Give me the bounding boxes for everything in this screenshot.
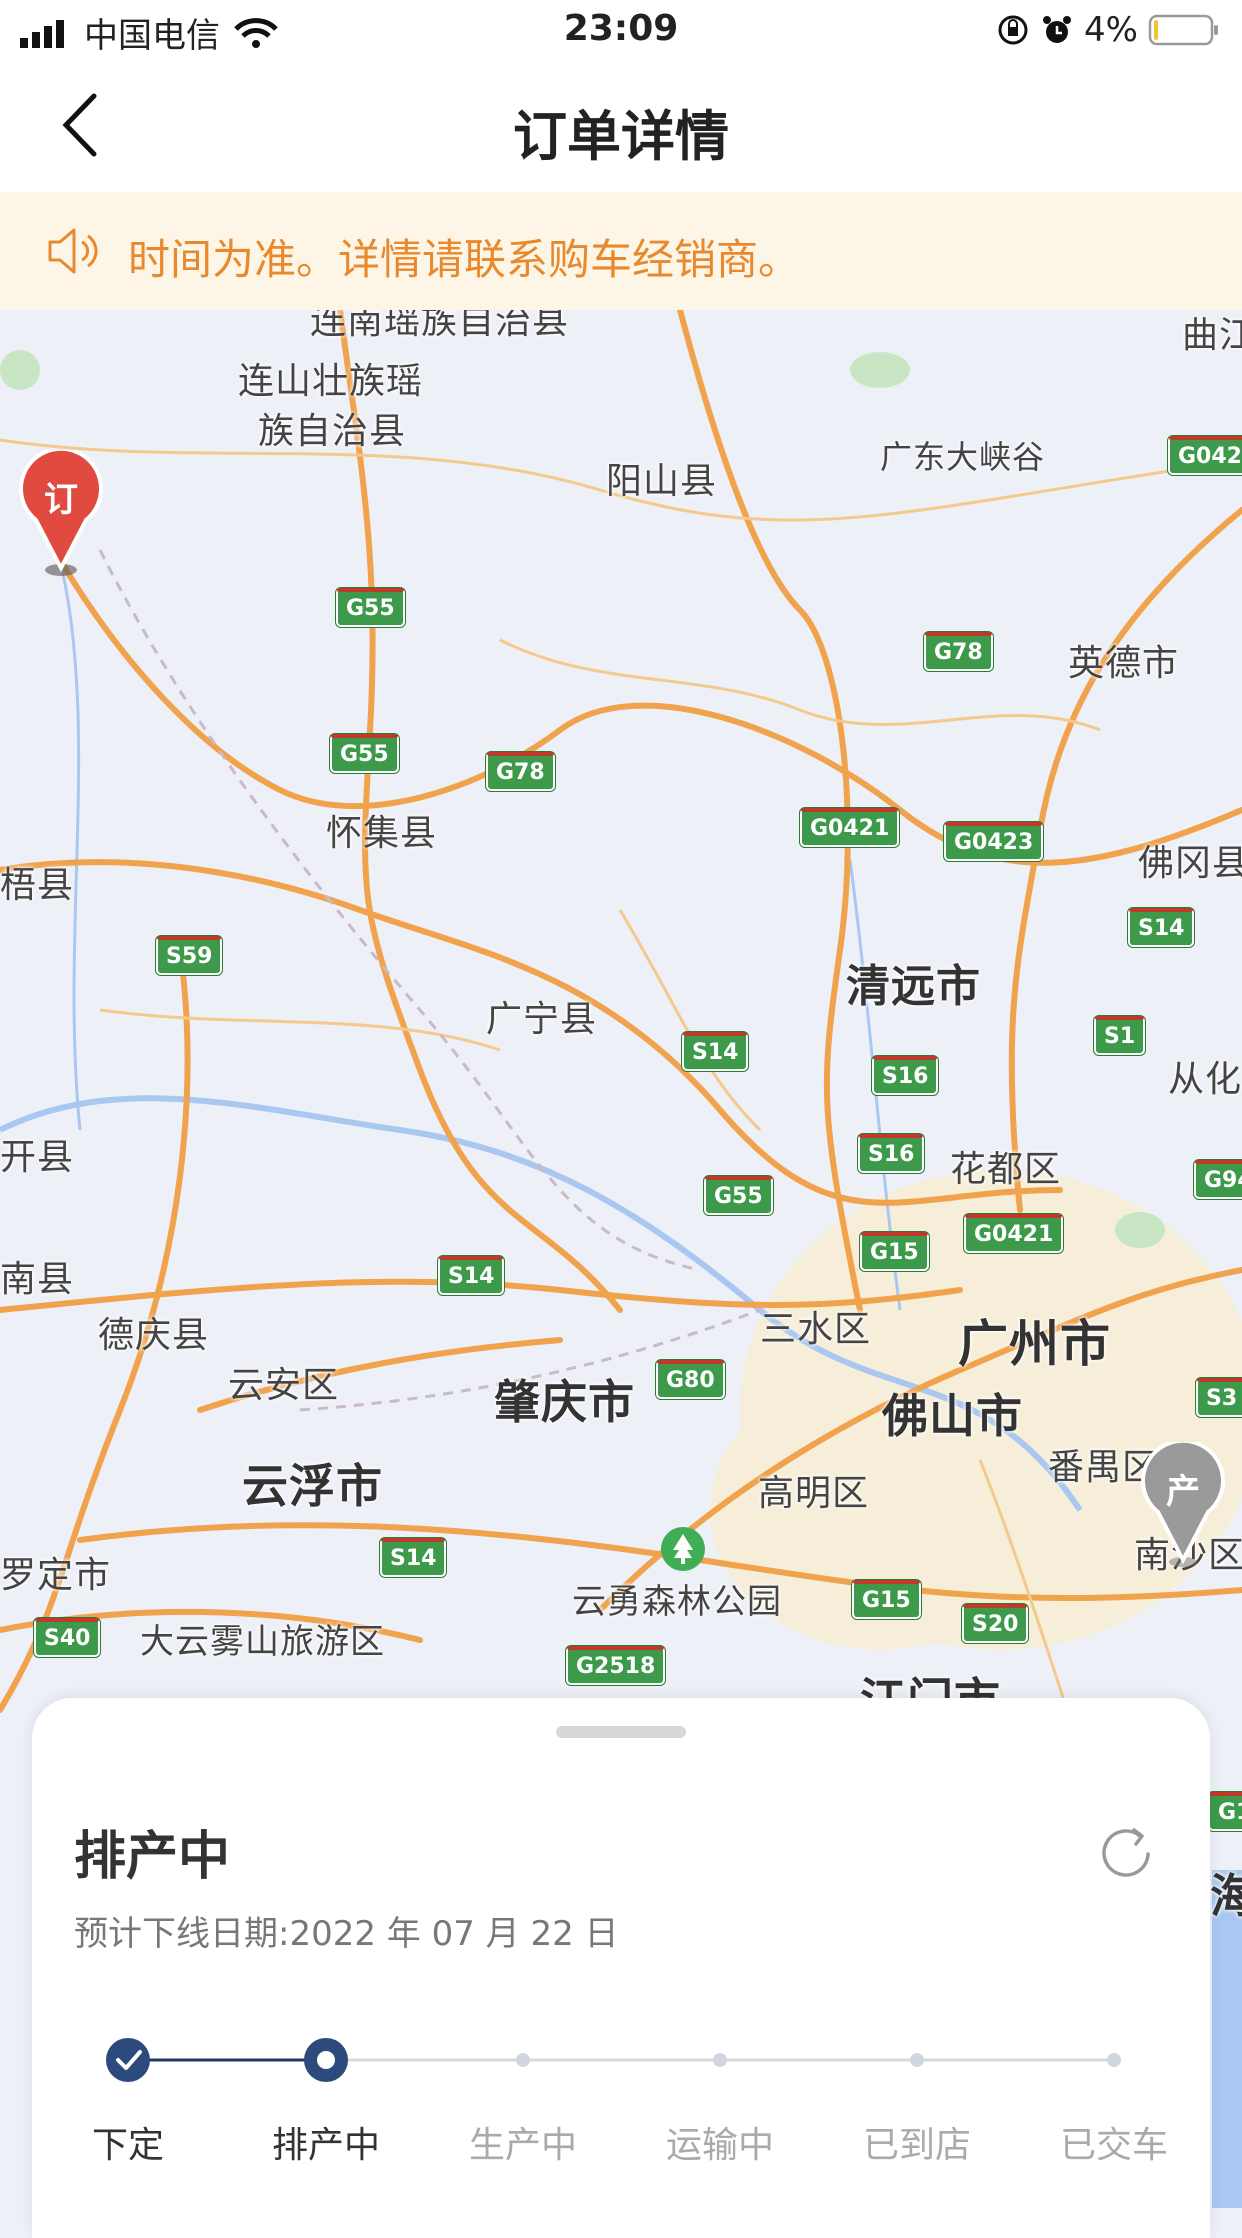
- step-label-producing: 生产中: [468, 2125, 578, 2166]
- map-place-label: 罗定市: [0, 1555, 112, 1596]
- road-shield: S14: [1128, 908, 1195, 947]
- order-status-title: 排产中: [74, 1827, 231, 1887]
- map-place-label: 肇庆市: [494, 1375, 635, 1429]
- road-shield: S14: [380, 1538, 447, 1577]
- road-shield: G80: [656, 1360, 725, 1399]
- map-place-label: 佛冈县: [1138, 843, 1242, 884]
- eta-date: 预计下线日期:2022 年 07 月 22 日: [74, 1914, 619, 1954]
- road-shield: G55: [336, 588, 405, 627]
- road-shield: S14: [682, 1032, 749, 1071]
- map-place-label: 开县: [0, 1137, 75, 1178]
- refresh-icon: [1102, 1828, 1150, 1877]
- road-shield: G55: [704, 1176, 773, 1215]
- road-shield: G15: [860, 1232, 929, 1271]
- map-place-label: 德庆县: [98, 1315, 210, 1356]
- road-shield: S40: [34, 1618, 101, 1657]
- road-shield: G0423: [1168, 436, 1242, 475]
- nav-bar: 订单详情: [0, 62, 1242, 192]
- map-place-label: 连山壮族瑶: [238, 361, 424, 402]
- alarm-icon: [1043, 16, 1072, 43]
- map-place-label: 云勇森林公园: [572, 1582, 782, 1622]
- map-place-label: 海: [1210, 1869, 1242, 1923]
- road-shield: G78: [486, 752, 555, 791]
- map-place-label: 大云雾山旅游区: [140, 1622, 385, 1662]
- road-shield: G15: [852, 1580, 921, 1619]
- map-place-label: 曲江: [1182, 315, 1242, 356]
- map-place-label: 连南瑶族自治县: [310, 310, 570, 342]
- order-location-pin[interactable]: 订: [16, 446, 106, 580]
- map-place-label: 花都区: [950, 1149, 1062, 1190]
- road-shield: G0421: [964, 1214, 1064, 1253]
- sheet-drag-handle[interactable]: [556, 1726, 686, 1738]
- map-place-label: 阳山县: [606, 461, 718, 502]
- road-shield: S59: [156, 936, 223, 975]
- map-place-label: 高明区: [758, 1473, 870, 1514]
- map-place-label: 怀集县: [326, 813, 438, 854]
- notice-text: 时间为准。详情请联系购车经销商。: [128, 235, 801, 284]
- progress-track: [106, 2038, 1121, 2082]
- road-shield: G0423: [944, 822, 1044, 861]
- map-place-label: 广州市: [958, 1315, 1111, 1373]
- road-shield: G2518: [566, 1646, 666, 1685]
- map-place-label: 云安区: [228, 1365, 340, 1406]
- step-label-delivered: 已交车: [1059, 2125, 1169, 2166]
- refresh-button[interactable]: [1096, 1822, 1156, 1882]
- road-shield: G94: [1194, 1160, 1242, 1199]
- order-pin-label: 订: [44, 480, 78, 520]
- notice-banner: 时间为准。详情请联系购车经销商。: [0, 192, 1242, 310]
- map-place-label: 英德市: [1068, 643, 1180, 684]
- road-shield: G0421: [800, 808, 900, 847]
- road-shield: G78: [924, 632, 993, 671]
- map-place-label: 南县: [0, 1259, 75, 1300]
- map-place-label: 佛山市: [882, 1389, 1023, 1443]
- battery-icon: [1148, 14, 1218, 46]
- step-label-ordered: 下定: [91, 2125, 165, 2166]
- map-place-label: 梧县: [0, 865, 75, 906]
- map-place-label: 云浮市: [242, 1459, 383, 1513]
- road-shield: S16: [858, 1134, 925, 1173]
- orientation-lock-icon: [998, 15, 1028, 45]
- road-shield: S1: [1094, 1016, 1146, 1055]
- map-place-label: 从化: [1168, 1059, 1242, 1100]
- factory-pin-label: 产: [1166, 1472, 1200, 1512]
- map-place-label: 清远市: [846, 961, 981, 1012]
- road-shield: S16: [872, 1056, 939, 1095]
- status-bar-right: 4%: [996, 10, 1220, 50]
- page-title: 订单详情: [513, 105, 729, 168]
- step-label-arrived: 已到店: [862, 2125, 972, 2166]
- map-place-label: 三水区: [760, 1309, 872, 1350]
- speaker-icon: [48, 228, 98, 274]
- status-bar: 中国电信 23:09 4%: [0, 0, 1242, 62]
- map-place-label: 族自治县: [258, 411, 407, 452]
- factory-location-pin[interactable]: 产: [1138, 1438, 1228, 1572]
- step-label-scheduling: 排产中: [271, 2125, 381, 2166]
- map-place-label: 广宁县: [486, 999, 598, 1040]
- road-shield: G19: [1208, 1792, 1242, 1831]
- order-progress-tracker: 下定 排产中 生产中 运输中 已到店 已交车: [32, 2018, 1210, 2166]
- battery-percent: 4%: [1084, 10, 1138, 50]
- park-tree-icon: [661, 1527, 705, 1571]
- step-label-shipping: 运输中: [665, 2125, 775, 2166]
- map-place-label: 广东大峡谷: [880, 438, 1046, 476]
- order-status-sheet: 排产中 预计下线日期:2022 年 07 月 22 日 下定 排产中 生产中 运…: [32, 1698, 1210, 2238]
- road-shield: S20: [962, 1604, 1029, 1643]
- road-shield: S14: [438, 1256, 505, 1295]
- road-shield: S3: [1196, 1378, 1242, 1417]
- road-shield: G55: [330, 734, 399, 773]
